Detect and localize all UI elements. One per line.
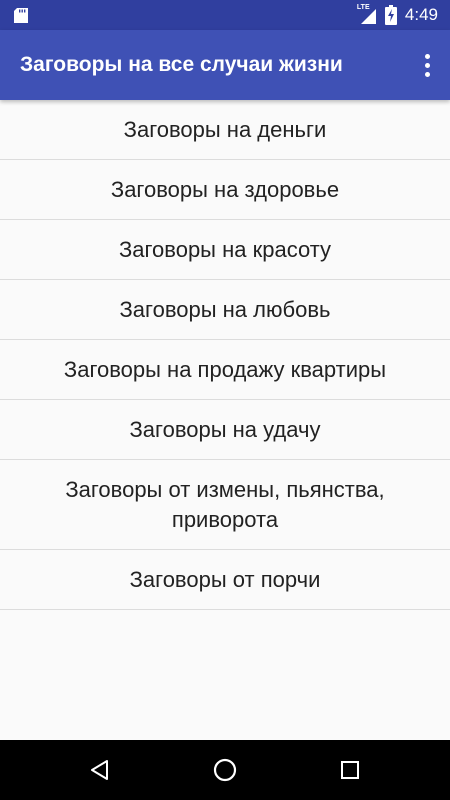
home-icon	[213, 758, 237, 782]
status-bar: LTE 4:49	[0, 0, 450, 30]
battery-charging-icon	[384, 5, 397, 25]
list-item-apartment-sale[interactable]: Заговоры на продажу квартиры	[0, 340, 450, 400]
app-title: Заговоры на все случаи жизни	[20, 53, 343, 76]
navigation-bar	[0, 740, 450, 800]
more-vert-icon	[424, 53, 430, 59]
list-item-health[interactable]: Заговоры на здоровье	[0, 160, 450, 220]
back-icon	[91, 760, 108, 780]
more-options-button[interactable]	[412, 47, 442, 83]
more-vert-icon-dot	[424, 71, 430, 77]
list-item-love[interactable]: Заговоры на любовь	[0, 280, 450, 340]
network-indicator: LTE	[357, 4, 377, 25]
list-item-beauty[interactable]: Заговоры на красоту	[0, 220, 450, 280]
app-screen: LTE 4:49 Заговоры на все случаи жизни За…	[0, 0, 450, 800]
back-button[interactable]	[80, 750, 120, 790]
status-icons: LTE 4:49	[357, 0, 438, 30]
sd-card-icon	[14, 8, 28, 23]
status-time: 4:49	[404, 5, 438, 24]
list-item-curse[interactable]: Заговоры от порчи	[0, 550, 450, 610]
home-button[interactable]	[205, 750, 245, 790]
category-list: Заговоры на деньги Заговоры на здоровье …	[0, 100, 450, 610]
list-item-luck[interactable]: Заговоры на удачу	[0, 400, 450, 460]
more-vert-icon-dot	[424, 62, 430, 68]
app-bar: Заговоры на все случаи жизни	[0, 30, 450, 100]
signal-icon	[360, 9, 376, 24]
recents-icon	[341, 761, 359, 779]
recents-button[interactable]	[330, 750, 370, 790]
list-item-money[interactable]: Заговоры на деньги	[0, 100, 450, 160]
list-item-infidelity-drinking-spell[interactable]: Заговоры от измены, пьянства, приворота	[0, 460, 450, 550]
